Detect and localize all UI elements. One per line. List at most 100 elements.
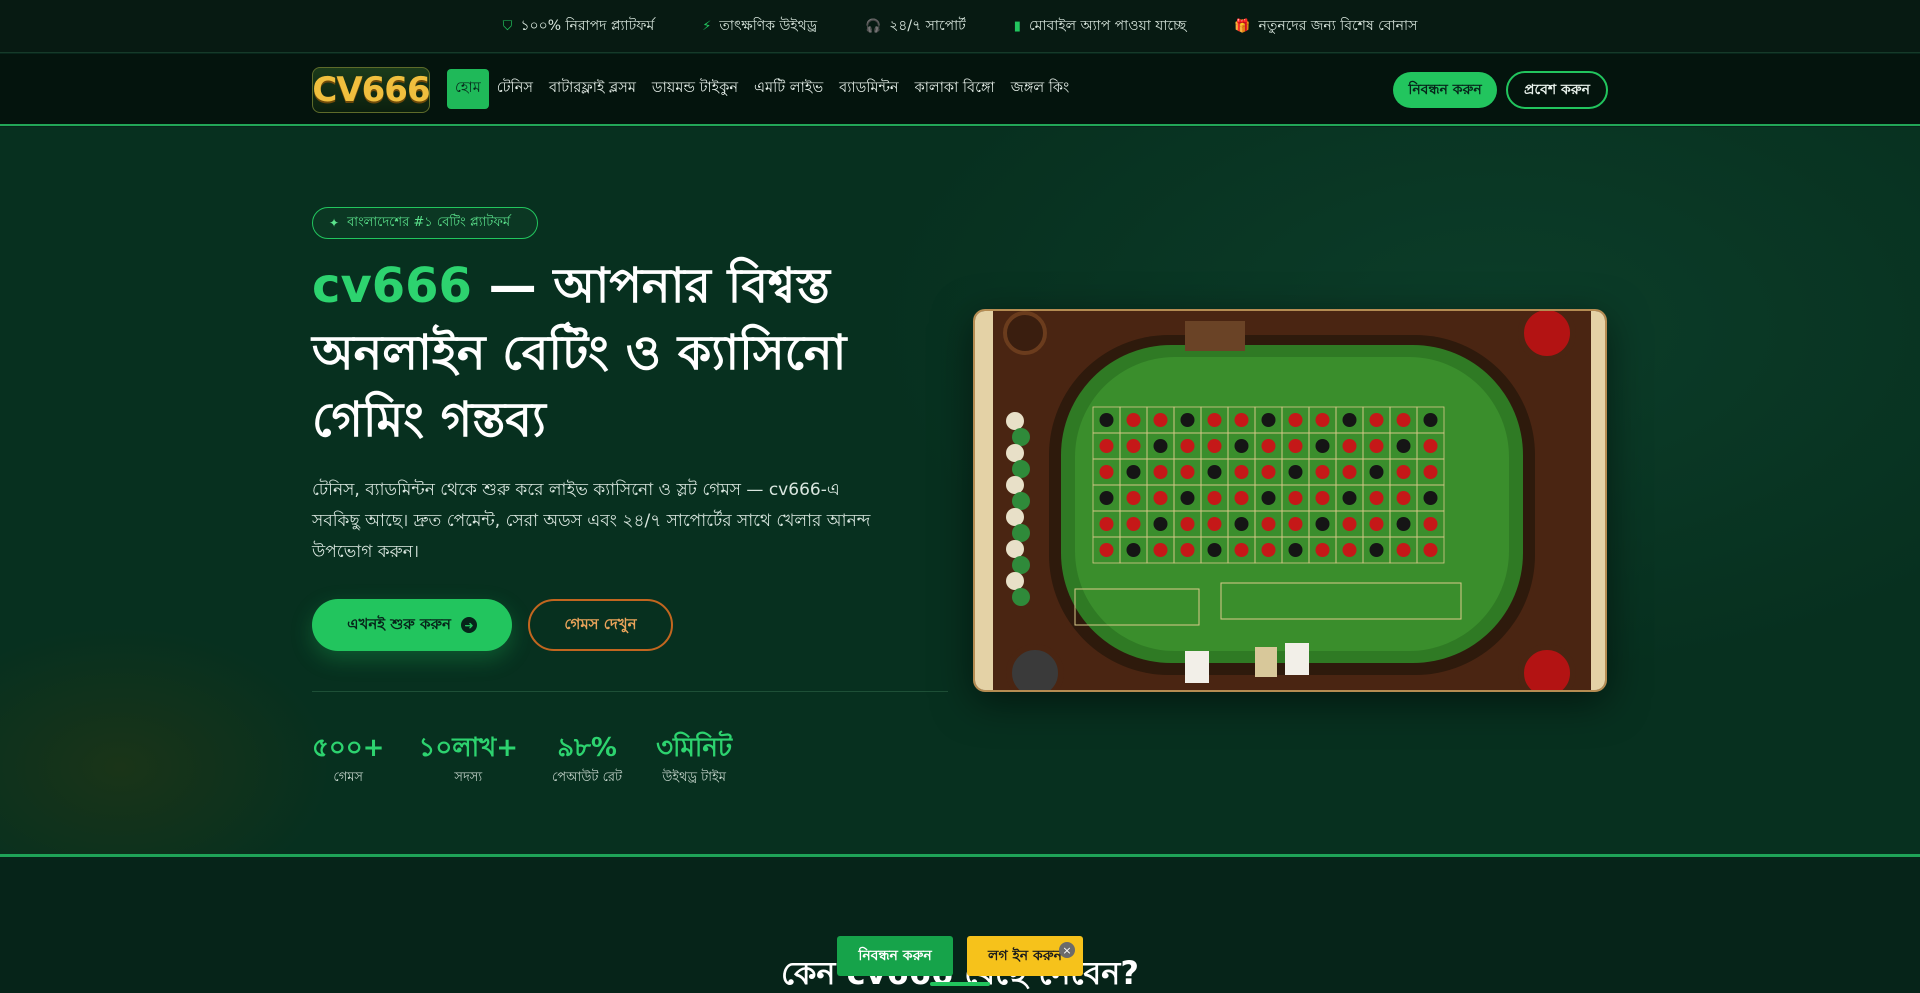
chip-marker: [1288, 543, 1303, 557]
chip-marker: [1423, 543, 1438, 557]
topbar-item-withdraw: ⚡ তাৎক্ষণিক উইথড্র: [702, 14, 817, 38]
chip-marker: [1126, 491, 1141, 505]
start-now-label: এখনই শুরু করুন: [347, 614, 451, 633]
nav-item-kalaka-bingo[interactable]: কালাকা বিঙ্গো: [907, 69, 1003, 109]
chip-marker: [1396, 439, 1411, 453]
stat-value: ৯৮%: [557, 733, 617, 763]
chip-marker: [1207, 491, 1222, 505]
nav-item-jungle-king[interactable]: জঙ্গল কিং: [1003, 69, 1078, 109]
chip-marker: [1153, 439, 1168, 453]
hero-badge: ✦ বাংলাদেশের #১ বেটিং প্ল্যাটফর্ম: [312, 207, 538, 239]
stat-payout: ৯৮% পেআউট রেট: [552, 732, 622, 789]
chip-marker: [1207, 439, 1222, 453]
chip-marker: [1315, 465, 1330, 479]
chip-marker: [1396, 543, 1411, 557]
chip-marker: [1396, 465, 1411, 479]
top-info-bar: ⛉ ১০০% নিরাপদ প্ল্যাটফর্ম ⚡ তাৎক্ষণিক উই…: [0, 0, 1920, 53]
chip-marker: [1342, 413, 1357, 427]
chip-marker: [1261, 491, 1276, 505]
nav-item-tennis[interactable]: টেনিস: [489, 69, 541, 109]
roulette-table-illustration: [975, 311, 1605, 690]
chip-marker: [1099, 543, 1114, 557]
chip-marker: [1396, 517, 1411, 531]
chip-marker: [1153, 465, 1168, 479]
chip-stack: [1012, 524, 1030, 542]
chip-stack: [1006, 444, 1024, 462]
chip-marker: [1423, 491, 1438, 505]
casino-table-image: [973, 309, 1607, 692]
topbar-item-label: তাৎক্ষণিক উইথড্র: [719, 18, 818, 34]
stat-members: ১০লাখ+ সদস্য: [418, 732, 518, 789]
chip-marker: [1099, 491, 1114, 505]
chip-marker: [1261, 543, 1276, 557]
chip-marker: [1234, 543, 1249, 557]
chip-marker: [1180, 543, 1195, 557]
chip-marker: [1180, 517, 1195, 531]
chip-marker: [1234, 465, 1249, 479]
stat-label: উইথড্র টাইম: [662, 770, 727, 785]
chip-marker: [1288, 517, 1303, 531]
stat-label: গেমস: [333, 770, 364, 785]
chip-marker: [1369, 517, 1384, 531]
stat-games: ৫০০+ গেমস: [312, 732, 384, 789]
chip-marker: [1180, 465, 1195, 479]
chip-marker: [1180, 439, 1195, 453]
chip-stack: [1006, 476, 1024, 494]
nav-item-home[interactable]: হোম: [447, 69, 489, 109]
chip-marker: [1207, 517, 1222, 531]
topbar-item-security: ⛉ ১০০% নিরাপদ প্ল্যাটফর্ম: [503, 14, 655, 38]
headset-icon: 🎧: [865, 18, 882, 34]
chip-stack: [1006, 540, 1024, 558]
topbar-item-bonus: 🎁 নতুনদের জন্য বিশেষ বোনাস: [1234, 14, 1417, 38]
chip-marker: [1099, 517, 1114, 531]
chip-marker: [1126, 543, 1141, 557]
chip-marker: [1207, 465, 1222, 479]
chip-marker: [1261, 465, 1276, 479]
nav-item-badminton[interactable]: ব্যাডমিন্টন: [831, 69, 906, 109]
chip-stack: [1006, 572, 1024, 590]
arrow-right-icon: ➜: [460, 617, 477, 633]
chip-marker: [1369, 491, 1384, 505]
register-button[interactable]: নিবন্ধন করুন: [1393, 72, 1497, 108]
chip-marker: [1396, 413, 1411, 427]
nav-item-butterfly-blossom[interactable]: বাটারফ্লাই ব্লসম: [541, 69, 644, 109]
hero-description: টেনিস, ব্যাডমিন্টন থেকে শুরু করে লাইভ ক্…: [312, 480, 871, 562]
chip-marker: [1315, 543, 1330, 557]
chip-marker: [1369, 439, 1384, 453]
hero-stats: ৫০০+ গেমস ১০লাখ+ সদস্য ৯৮% পেআউট রেট ৩মি…: [312, 732, 766, 789]
site-logo[interactable]: CV666: [312, 67, 431, 113]
stat-value: ১০লাখ+: [418, 733, 519, 763]
main-navbar: CV666 হোম টেনিস বাটারফ্লাই ব্লসম ডায়মন্…: [0, 54, 1920, 126]
chip-marker: [1342, 491, 1357, 505]
gift-icon: 🎁: [1234, 18, 1251, 34]
chip-stack: [1012, 556, 1030, 574]
start-now-button[interactable]: এখনই শুরু করুন ➜: [312, 599, 512, 651]
chip-marker: [1396, 491, 1411, 505]
chip-marker: [1423, 439, 1438, 453]
chip-marker: [1288, 439, 1303, 453]
chip-marker: [1342, 517, 1357, 531]
login-button[interactable]: প্রবেশ করুন: [1506, 71, 1608, 109]
nav-item-diamond-tycoon[interactable]: ডায়মন্ড টাইকুন: [644, 69, 746, 109]
floating-register-button[interactable]: নিবন্ধন করুন: [837, 936, 953, 976]
chip-marker: [1234, 517, 1249, 531]
topbar-item-support: 🎧 ২৪/৭ সাপোর্ট: [865, 14, 966, 38]
chip-marker: [1261, 439, 1276, 453]
chip-marker: [1207, 413, 1222, 427]
chip-marker: [1126, 439, 1141, 453]
chip-marker: [1423, 413, 1438, 427]
chip-stack: [1012, 492, 1030, 510]
topbar-item-label: ১০০% নিরাপদ প্ল্যাটফর্ম: [520, 18, 655, 34]
chip-marker: [1207, 543, 1222, 557]
nav-item-mt-live[interactable]: এমটি লাইভ: [746, 69, 831, 109]
chip-marker: [1153, 413, 1168, 427]
hero-divider: [312, 691, 948, 692]
chip-stack: [1012, 460, 1030, 478]
close-icon[interactable]: ×: [1059, 942, 1075, 958]
chip-marker: [1315, 439, 1330, 453]
view-games-button[interactable]: গেমস দেখুন: [528, 599, 673, 651]
hero-badge-label: বাংলাদেশের #১ বেটিং প্ল্যাটফর্ম: [347, 214, 511, 230]
chip-marker: [1234, 413, 1249, 427]
chip-marker: [1369, 543, 1384, 557]
chip-marker: [1369, 413, 1384, 427]
